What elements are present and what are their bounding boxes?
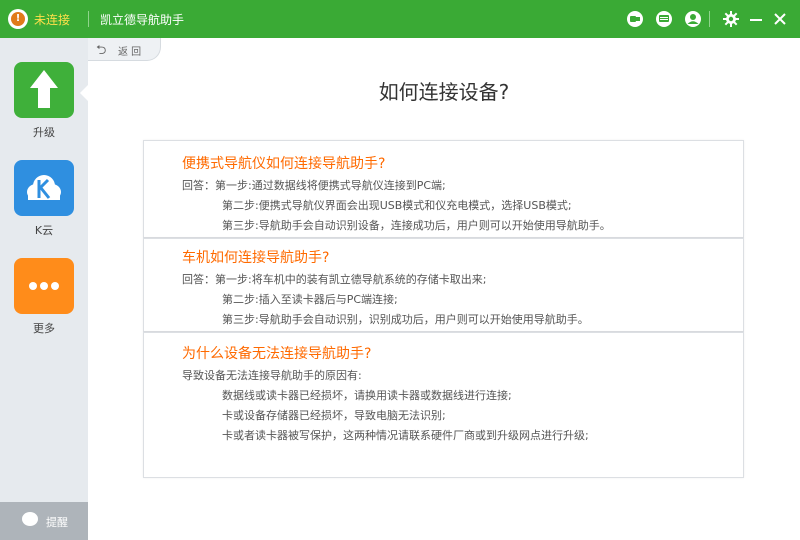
back-label: 返 回: [118, 47, 142, 58]
upgrade-tile: [14, 62, 74, 118]
faq-question: 便携式导航仪如何连接导航助手?: [182, 156, 386, 172]
faq-answer-line: 第二步:便携式导航仪界面会出现USB模式和仪充电模式，选择USB模式;: [222, 199, 572, 212]
sidebar-label-more: 更多: [33, 322, 55, 335]
faq-answer-line: 第三步:导航助手会自动识别设备，连接成功后，用户则可以开始使用导航助手。: [222, 219, 611, 232]
faq-answer-line: 第三步:导航助手会自动识别，识别成功后，用户则可以开始使用导航助手。: [222, 313, 589, 326]
k-cloud-tile: [14, 160, 74, 216]
faq-answer-line: 导致设备无法连接导航助手的原因有:: [182, 369, 362, 382]
connection-status[interactable]: ! 未连接: [8, 9, 70, 29]
minimize-icon: [750, 19, 762, 21]
faq-question: 车机如何连接导航助手?: [182, 250, 330, 266]
title-bar: ! 未连接 凯立德导航助手: [0, 0, 800, 38]
sidebar-item-upgrade[interactable]: 升级: [0, 62, 88, 152]
app-title: 凯立德导航助手: [100, 13, 185, 27]
more-dots-icon: [29, 282, 59, 290]
more-tile: [14, 258, 74, 314]
faq-answer-line: 数据线或读卡器已经损坏，请换用读卡器或数据线进行连接;: [222, 389, 512, 402]
faq-answer-line: 回答：第一步:将车机中的装有凯立德导航系统的存储卡取出来;: [182, 273, 487, 286]
disconnected-warning-icon: !: [8, 9, 28, 29]
faq-answer-line: 第二步:插入至读卡器后与PC端连接;: [222, 293, 398, 306]
faq-card-portable: 便携式导航仪如何连接导航助手? 回答：第一步:通过数据线将便携式导航仪连接到PC…: [143, 140, 744, 238]
settings-button[interactable]: [721, 9, 741, 29]
close-button[interactable]: [770, 9, 790, 29]
upgrade-arrow-icon: [30, 70, 58, 108]
back-button[interactable]: ⮌ 返 回: [88, 38, 161, 61]
connect-device-icon: [627, 11, 643, 27]
page-title: 如何连接设备?: [378, 80, 510, 104]
chat-bubble-icon: [22, 512, 38, 526]
message-button[interactable]: [654, 9, 674, 29]
sidebar-item-k-cloud[interactable]: K云: [0, 160, 88, 250]
user-icon: [685, 11, 701, 27]
active-indicator: [80, 85, 88, 101]
connection-status-label: 未连接: [34, 12, 71, 27]
sidebar: 升级 K云 更多 提醒: [0, 38, 88, 540]
title-divider: [709, 11, 710, 27]
feedback-label: 提醒: [46, 516, 68, 529]
faq-answer-line: 回答：第一步:通过数据线将便携式导航仪连接到PC端;: [182, 179, 446, 192]
close-icon: [774, 13, 786, 25]
sidebar-label-upgrade: 升级: [33, 126, 55, 139]
back-arrow-icon: ⮌: [96, 43, 107, 58]
k-cloud-icon: [27, 175, 61, 200]
sidebar-label-k-cloud: K云: [34, 224, 54, 237]
faq-answer-line: 卡或设备存储器已经损坏，导致电脑无法识别;: [222, 409, 446, 422]
message-icon: [656, 11, 672, 27]
faq-card-car: 车机如何连接导航助手? 回答：第一步:将车机中的装有凯立德导航系统的存储卡取出来…: [143, 238, 744, 332]
faq-question: 为什么设备无法连接导航助手?: [182, 346, 372, 362]
sidebar-item-more[interactable]: 更多: [0, 258, 88, 348]
title-separator: [88, 11, 89, 27]
user-button[interactable]: [683, 9, 703, 29]
connect-device-button[interactable]: [625, 9, 645, 29]
settings-icon: [723, 11, 739, 27]
faq-answer-line: 卡或者读卡器被写保护，这两种情况请联系硬件厂商或到升级网点进行升级;: [222, 429, 589, 442]
feedback-button[interactable]: 提醒: [0, 502, 88, 540]
faq-card-troubleshoot: 为什么设备无法连接导航助手? 导致设备无法连接导航助手的原因有: 数据线或读卡器…: [143, 332, 744, 478]
minimize-button[interactable]: [746, 9, 766, 29]
